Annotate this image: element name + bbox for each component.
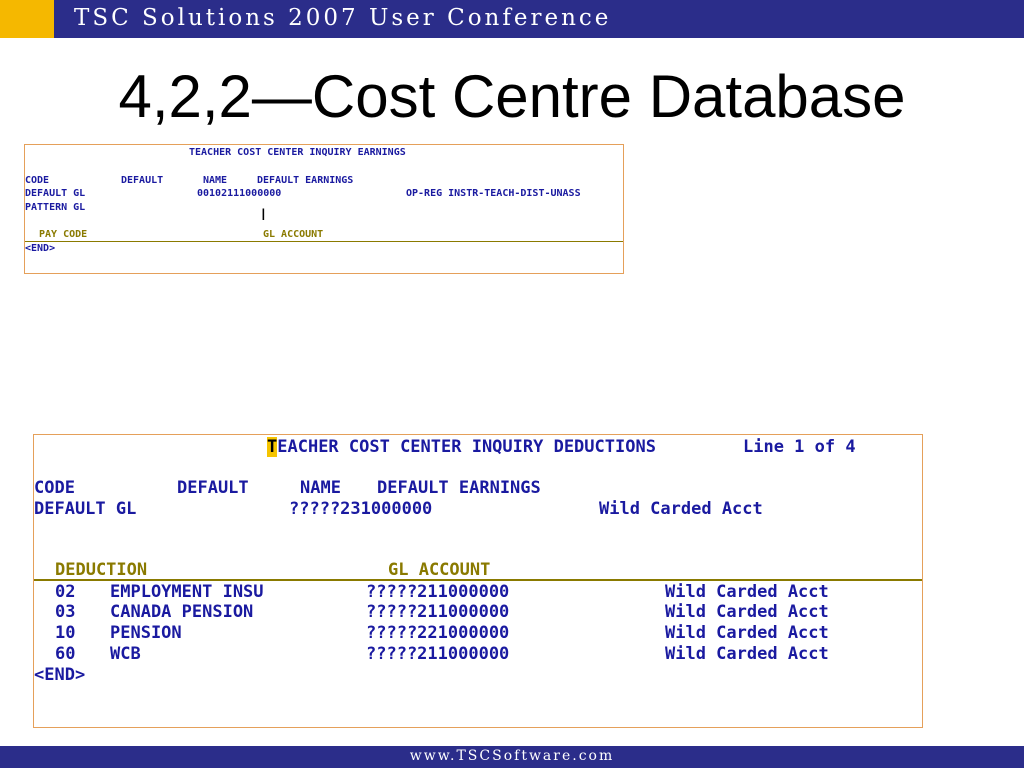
- deduction-name: CANADA PENSION: [110, 602, 254, 622]
- slide-title: 4,2,2—Cost Centre Database: [118, 63, 906, 130]
- screen-title: TEACHER COST CENTER INQUIRY EARNINGS: [189, 147, 406, 158]
- text-cursor-icon: I: [261, 205, 266, 224]
- gl-account-description: Wild Carded Acct: [665, 623, 829, 643]
- gl-account-value: ?????211000000: [366, 582, 510, 602]
- end-marker: <END>: [25, 243, 56, 254]
- deduction-code: 03: [55, 602, 76, 622]
- gl-account-column-header: GL ACCOUNT: [388, 560, 491, 580]
- deduction-code: 60: [55, 644, 76, 664]
- gl-account-value: ?????221000000: [366, 623, 510, 643]
- deduction-code: 02: [55, 582, 76, 602]
- footer-url: www.TSCSoftware.com: [409, 748, 615, 764]
- default-label: DEFAULT: [177, 478, 249, 498]
- screen-title-text: EACHER COST CENTER INQUIRY DEDUCTIONS: [277, 437, 656, 457]
- end-marker: <END>: [34, 665, 86, 685]
- header-divider: [25, 241, 623, 242]
- default-gl-label: DEFAULT GL: [25, 188, 86, 199]
- footer-bar: www.TSCSoftware.com: [0, 746, 1024, 768]
- default-gl-description: Wild Carded Acct: [599, 499, 763, 519]
- deduction-name: WCB: [110, 644, 141, 664]
- default-gl-value: 00102111000000: [197, 188, 282, 199]
- header-accent-block: [0, 0, 54, 38]
- pay-code-column-header: PAY CODE: [39, 229, 88, 240]
- default-gl-label: DEFAULT GL: [34, 499, 137, 519]
- default-label: DEFAULT: [121, 175, 164, 186]
- name-label: NAME: [300, 478, 341, 498]
- earnings-inquiry-screen: TEACHER COST CENTER INQUIRY EARNINGS COD…: [24, 144, 624, 274]
- deduction-code: 10: [55, 623, 76, 643]
- deductions-inquiry-screen: TEACHER COST CENTER INQUIRY DEDUCTIONS L…: [33, 434, 923, 728]
- conference-title: TSC Solutions 2007 User Conference: [74, 5, 612, 31]
- deduction-name: PENSION: [110, 623, 182, 643]
- screen-title: TEACHER COST CENTER INQUIRY DEDUCTIONS: [267, 437, 656, 457]
- pattern-gl-label: PATTERN GL: [25, 202, 86, 213]
- gl-account-description: Wild Carded Acct: [665, 582, 829, 602]
- default-earnings-label: DEFAULT EARNINGS: [377, 478, 541, 498]
- gl-account-description: Wild Carded Acct: [665, 602, 829, 622]
- header-bar: TSC Solutions 2007 User Conference: [0, 0, 1024, 38]
- default-gl-description: OP-REG INSTR-TEACH-DIST-UNASS: [406, 188, 581, 199]
- cursor-highlight: T: [267, 437, 278, 457]
- header-divider: [34, 579, 922, 581]
- line-indicator: Line 1 of 4: [743, 437, 856, 457]
- gl-account-value: ?????211000000: [366, 644, 510, 664]
- gl-account-column-header: GL ACCOUNT: [263, 229, 324, 240]
- name-label: NAME: [203, 175, 228, 186]
- deduction-name: EMPLOYMENT INSU: [110, 582, 264, 602]
- gl-account-description: Wild Carded Acct: [665, 644, 829, 664]
- default-earnings-label: DEFAULT EARNINGS: [257, 175, 354, 186]
- code-label: CODE: [34, 478, 75, 498]
- default-gl-value: ?????231000000: [289, 499, 433, 519]
- gl-account-value: ?????211000000: [366, 602, 510, 622]
- deduction-column-header: DEDUCTION: [55, 560, 148, 580]
- code-label: CODE: [25, 175, 50, 186]
